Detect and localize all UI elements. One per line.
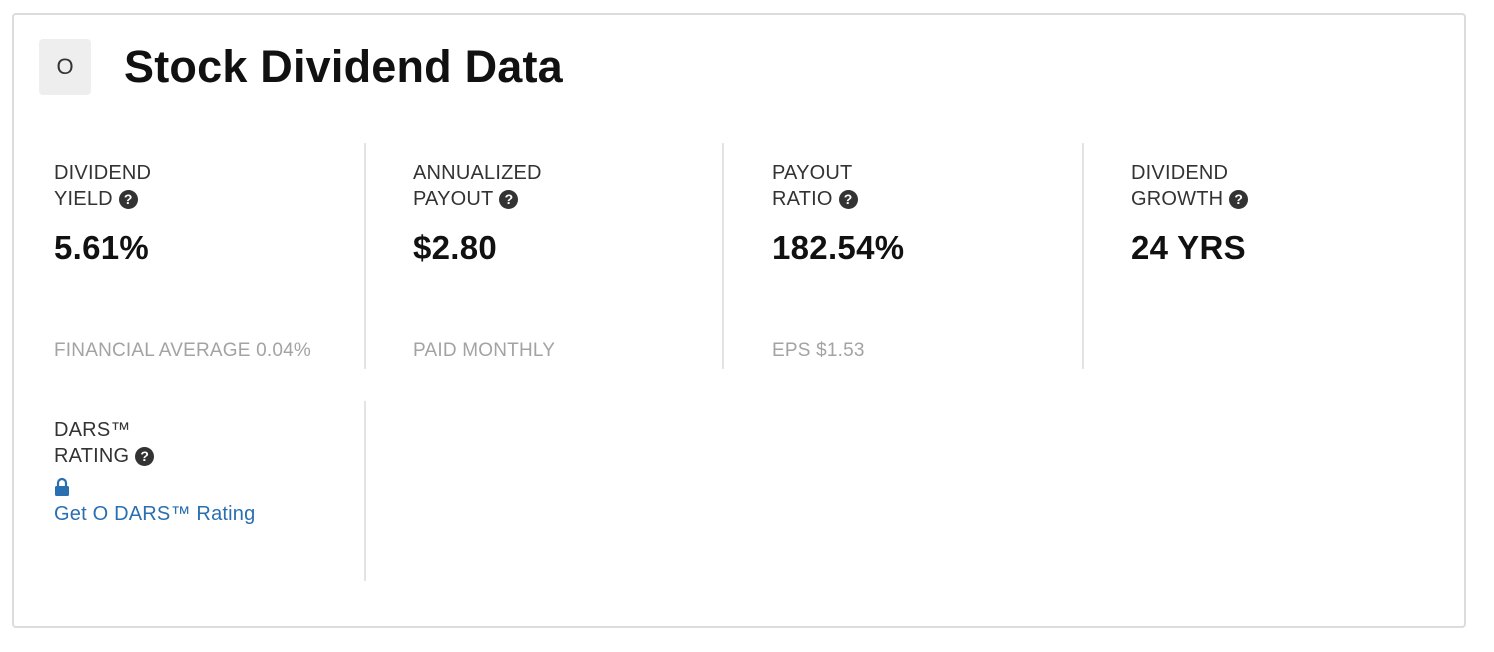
metric-label-line1: DIVIDEND: [54, 162, 152, 184]
question-circle-icon[interactable]: ?: [135, 446, 155, 466]
get-dars-rating-link[interactable]: Get O DARS™ Rating: [54, 503, 394, 526]
lock-icon: [54, 477, 70, 497]
metric-note: FINANCIAL AVERAGE 0.04%: [54, 340, 311, 361]
metric-dividend-yield: DIVIDEND YIELD ? 5.61% FINANCIAL AVERAGE…: [54, 160, 394, 361]
divider: [722, 143, 724, 369]
metric-label-line2: RATIO ?: [772, 186, 1112, 212]
ticker-symbol: O: [56, 54, 74, 79]
divider: [364, 143, 366, 369]
metric-label-text: GROWTH: [1131, 188, 1224, 210]
divider: [364, 401, 366, 581]
metric-dividend-growth: DIVIDEND GROWTH ? 24 YRS: [1131, 160, 1471, 268]
metric-note: EPS $1.53: [772, 340, 865, 361]
question-circle-icon[interactable]: ?: [118, 189, 138, 209]
question-circle-icon[interactable]: ?: [1229, 189, 1249, 209]
metric-label-line1: PAYOUT: [772, 162, 853, 184]
metric-value: $2.80: [413, 229, 498, 266]
dividend-data-card: O Stock Dividend Data DIVIDEND YIELD ? 5…: [12, 13, 1466, 628]
metric-label-line2: GROWTH ?: [1131, 186, 1471, 212]
metric-annualized-payout: ANNUALIZED PAYOUT ? $2.80 PAID MONTHLY: [413, 160, 753, 361]
metric-label-line1: ANNUALIZED: [413, 162, 542, 184]
metric-value: 182.54%: [772, 229, 905, 266]
metric-note: PAID MONTHLY: [413, 340, 556, 361]
metric-label-line1: DIVIDEND: [1131, 162, 1229, 184]
metric-value: 24 YRS: [1131, 229, 1246, 266]
metric-label-text: PAYOUT: [413, 188, 494, 210]
metric-label-text: YIELD: [54, 188, 113, 210]
metric-payout-ratio: PAYOUT RATIO ? 182.54% EPS $1.53: [772, 160, 1112, 361]
dars-label-text: RATING: [54, 445, 130, 467]
question-circle-icon[interactable]: ?: [838, 189, 858, 209]
dars-label-line2: RATING ?: [54, 443, 394, 469]
page-title: Stock Dividend Data: [124, 41, 563, 92]
metric-label-line2: PAYOUT ?: [413, 186, 753, 212]
divider: [1082, 143, 1084, 369]
metric-value: 5.61%: [54, 229, 150, 266]
metric-label-line2: YIELD ?: [54, 186, 394, 212]
question-circle-icon[interactable]: ?: [499, 189, 519, 209]
metric-label-text: RATIO: [772, 188, 833, 210]
dars-label-line1: DARS™: [54, 419, 131, 441]
metric-dars-rating: DARS™ RATING ? Get O DARS™ Rating: [54, 417, 394, 526]
ticker-badge: O: [39, 39, 91, 95]
